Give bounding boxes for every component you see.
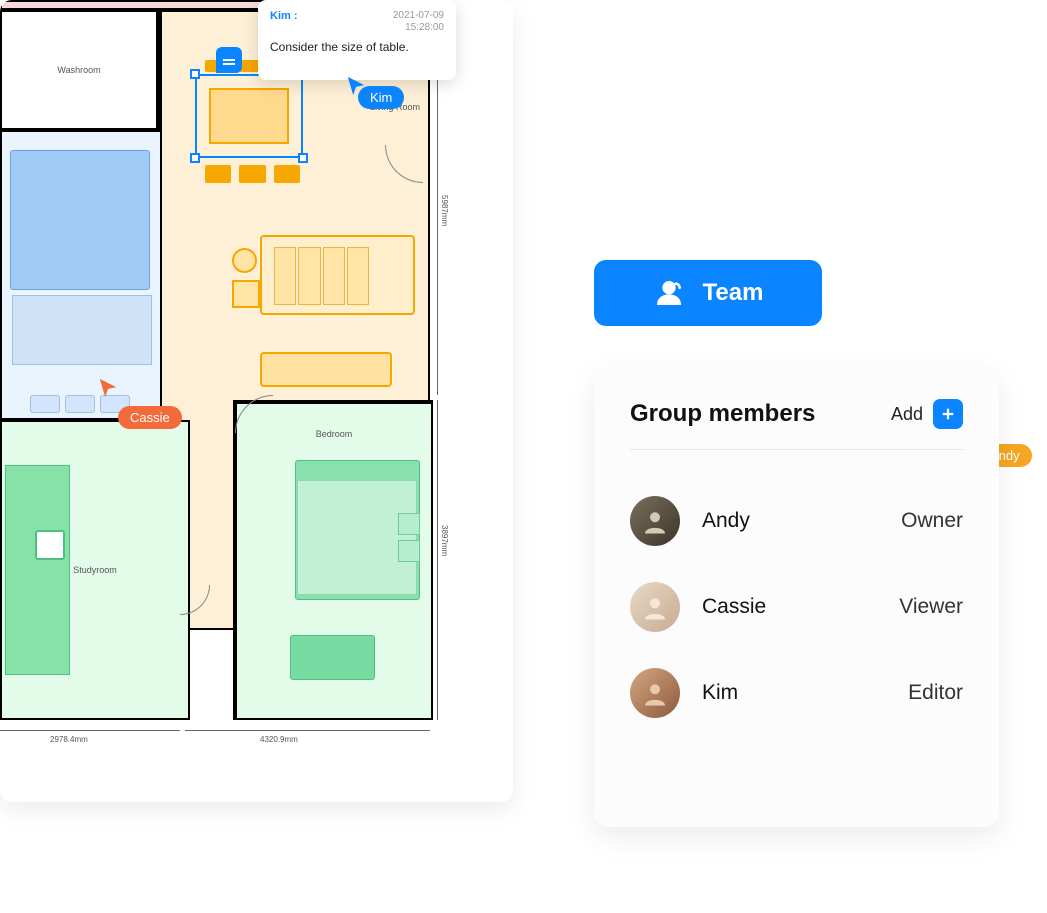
team-button[interactable]: Team (594, 260, 822, 326)
nightstand-1[interactable] (398, 513, 420, 535)
member-name: Andy (702, 509, 750, 533)
avatar (630, 496, 680, 546)
dining-table-selected[interactable] (195, 74, 303, 158)
room-label: Bedroom (316, 429, 353, 439)
cursor-cassie (97, 377, 119, 399)
group-members-panel: Group members Add Andy Owner Cassie View… (594, 367, 999, 827)
member-role: Owner (901, 509, 963, 533)
room-label: Studyroom (73, 565, 117, 575)
study-shelf[interactable] (5, 465, 70, 675)
member-name: Kim (702, 681, 738, 705)
dimension-line (437, 400, 438, 720)
study-desk[interactable] (35, 530, 65, 560)
dimension-line (0, 730, 180, 731)
cursor-label-cassie: Cassie (118, 406, 182, 429)
nightstand-2[interactable] (398, 540, 420, 562)
avatar (630, 668, 680, 718)
member-role: Editor (908, 681, 963, 705)
dimension-right-width: 4320.9mm (260, 735, 298, 744)
floorplan-canvas[interactable]: Washroom Bedroom02 Living Room Studyroom… (0, 0, 513, 802)
member-role: Viewer (899, 595, 963, 619)
cursor-label-kim: Kim (358, 86, 404, 109)
bed-blanket[interactable] (12, 295, 152, 365)
comment-author: Kim : (270, 10, 298, 22)
team-button-label: Team (703, 279, 764, 307)
comment-timestamp: 2021-07-09 15:28:00 (393, 10, 444, 34)
comment-marker-icon[interactable] (216, 47, 242, 73)
member-name: Cassie (702, 595, 766, 619)
bed-blanket-2 (297, 480, 417, 595)
avatar (630, 582, 680, 632)
bed-bedroom02[interactable] (10, 150, 150, 290)
add-member-wrap[interactable]: Add (891, 399, 963, 429)
resize-handle-se[interactable] (298, 153, 308, 163)
l-sofa[interactable] (260, 235, 415, 315)
dining-chairs-bottom[interactable] (205, 165, 300, 185)
side-table-square[interactable] (232, 280, 260, 308)
dimension-line (185, 730, 430, 731)
dimension-lower-height: 3897mm (440, 525, 449, 556)
add-member-button[interactable] (933, 399, 963, 429)
resize-handle-nw[interactable] (190, 69, 200, 79)
comment-body: Consider the size of table. (270, 40, 444, 54)
team-icon (653, 277, 685, 309)
side-table-round[interactable] (232, 248, 257, 273)
bench[interactable] (290, 635, 375, 680)
comment-card[interactable]: Kim : 2021-07-09 15:28:00 Consider the s… (258, 0, 456, 80)
floorplan-card: Washroom Bedroom02 Living Room Studyroom… (0, 0, 513, 802)
room-label: Washroom (57, 65, 100, 75)
add-label: Add (891, 404, 923, 425)
member-row[interactable]: Kim Editor (630, 650, 963, 736)
member-row[interactable]: Cassie Viewer (630, 564, 963, 650)
room-washroom[interactable]: Washroom (0, 10, 160, 130)
plus-icon (939, 405, 957, 423)
resize-handle-sw[interactable] (190, 153, 200, 163)
selection-frame[interactable] (195, 74, 303, 158)
rug[interactable] (260, 352, 392, 387)
member-row[interactable]: Andy Owner (630, 478, 963, 564)
members-title: Group members (630, 400, 815, 428)
dimension-left-width: 2978.4mm (50, 735, 88, 744)
dimension-upper-height: 5987mm (440, 195, 449, 226)
